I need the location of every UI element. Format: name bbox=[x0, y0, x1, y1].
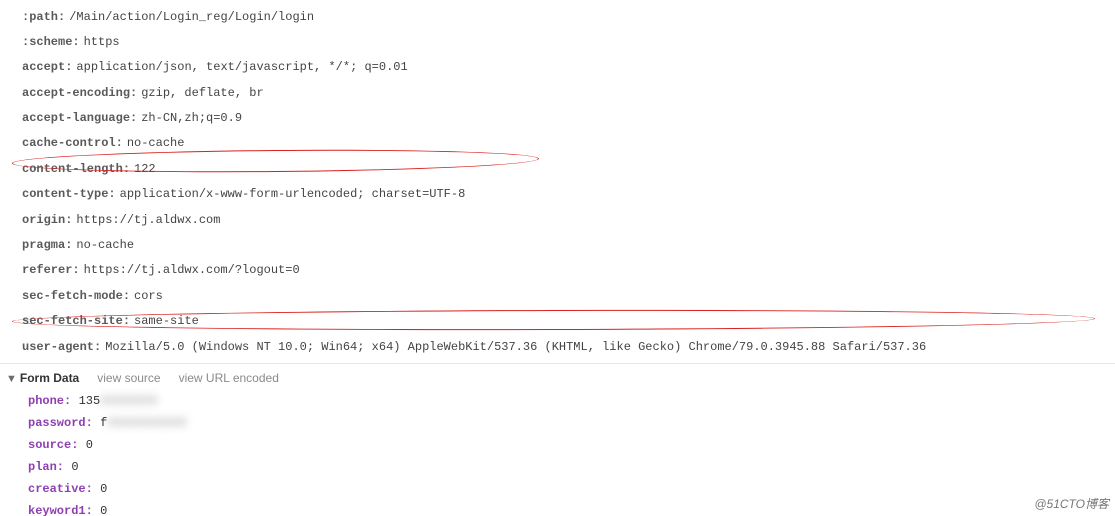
header-key: accept-encoding: bbox=[22, 86, 137, 100]
form-value: 0 bbox=[100, 482, 107, 496]
view-source-link[interactable]: view source bbox=[97, 371, 160, 385]
header-row: sec-fetch-site: same-site bbox=[22, 309, 1115, 334]
form-value: 135XXXXXXXX bbox=[79, 394, 158, 408]
header-row: :scheme: https bbox=[22, 29, 1115, 54]
form-value: fXXXXXXXXXXX bbox=[100, 416, 186, 430]
header-row: origin: https://tj.aldwx.com bbox=[22, 207, 1115, 232]
form-data-header-row: ▼Form Data view source view URL encoded bbox=[6, 371, 1115, 389]
header-key: sec-fetch-mode: bbox=[22, 289, 130, 303]
header-row: content-length: 122 bbox=[22, 156, 1115, 181]
form-data-section: ▼Form Data view source view URL encoded … bbox=[0, 363, 1115, 516]
form-value: 0 bbox=[86, 438, 93, 452]
form-data-toggle[interactable]: ▼Form Data bbox=[6, 371, 79, 385]
header-key: content-length: bbox=[22, 162, 130, 176]
header-value: 122 bbox=[134, 162, 156, 176]
header-row: cache-control: no-cache bbox=[22, 131, 1115, 156]
header-key: :scheme: bbox=[22, 35, 80, 49]
form-row-creative: creative: 0 bbox=[28, 477, 1115, 499]
form-key: source: bbox=[28, 438, 78, 452]
header-row: user-agent: Mozilla/5.0 (Windows NT 10.0;… bbox=[22, 334, 1115, 359]
header-value: no-cache bbox=[127, 136, 185, 150]
header-value: application/x-www-form-urlencoded; chars… bbox=[120, 187, 466, 201]
header-value: same-site bbox=[134, 314, 199, 328]
header-key: referer: bbox=[22, 263, 80, 277]
header-row: referer: https://tj.aldwx.com/?logout=0 bbox=[22, 258, 1115, 283]
header-key: :path: bbox=[22, 10, 65, 24]
header-key: sec-fetch-site: bbox=[22, 314, 130, 328]
header-key: cache-control: bbox=[22, 136, 123, 150]
form-value: 0 bbox=[71, 460, 78, 474]
form-data-title: Form Data bbox=[20, 371, 79, 385]
header-row: accept: application/json, text/javascript… bbox=[22, 55, 1115, 80]
request-headers-list: :path: /Main/action/Login_reg/Login/login… bbox=[0, 0, 1115, 363]
header-value: Mozilla/5.0 (Windows NT 10.0; Win64; x64… bbox=[105, 340, 926, 354]
header-row: accept-encoding: gzip, deflate, br bbox=[22, 80, 1115, 105]
form-data-list: phone: 135XXXXXXXX password: fXXXXXXXXXX… bbox=[6, 389, 1115, 516]
header-row: accept-language: zh-CN,zh;q=0.9 bbox=[22, 106, 1115, 131]
form-row-plan: plan: 0 bbox=[28, 455, 1115, 477]
header-row: sec-fetch-mode: cors bbox=[22, 283, 1115, 308]
header-value: https bbox=[84, 35, 120, 49]
header-value: cors bbox=[134, 289, 163, 303]
header-key: content-type: bbox=[22, 187, 116, 201]
view-url-encoded-link[interactable]: view URL encoded bbox=[179, 371, 279, 385]
form-row-password: password: fXXXXXXXXXXX bbox=[28, 411, 1115, 433]
header-value: https://tj.aldwx.com/?logout=0 bbox=[84, 263, 300, 277]
header-value: https://tj.aldwx.com bbox=[76, 213, 220, 227]
header-row: pragma: no-cache bbox=[22, 233, 1115, 258]
form-row-source: source: 0 bbox=[28, 433, 1115, 455]
form-key: keyword1: bbox=[28, 504, 93, 516]
form-row-keyword1: keyword1: 0 bbox=[28, 499, 1115, 516]
header-value: application/json, text/javascript, */*; … bbox=[76, 60, 407, 74]
header-row: content-type: application/x-www-form-urle… bbox=[22, 182, 1115, 207]
header-key: accept: bbox=[22, 60, 72, 74]
header-value: gzip, deflate, br bbox=[141, 86, 263, 100]
header-key: origin: bbox=[22, 213, 72, 227]
header-key: pragma: bbox=[22, 238, 72, 252]
form-key: phone: bbox=[28, 394, 71, 408]
header-row: :path: /Main/action/Login_reg/Login/login bbox=[22, 4, 1115, 29]
form-key: creative: bbox=[28, 482, 93, 496]
header-key: accept-language: bbox=[22, 111, 137, 125]
header-value: zh-CN,zh;q=0.9 bbox=[141, 111, 242, 125]
form-key: plan: bbox=[28, 460, 64, 474]
form-value: 0 bbox=[100, 504, 107, 516]
header-value: no-cache bbox=[76, 238, 134, 252]
form-row-phone: phone: 135XXXXXXXX bbox=[28, 389, 1115, 411]
header-value: /Main/action/Login_reg/Login/login bbox=[69, 10, 314, 24]
header-key: user-agent: bbox=[22, 340, 101, 354]
form-key: password: bbox=[28, 416, 93, 430]
triangle-down-icon: ▼ bbox=[6, 373, 17, 385]
